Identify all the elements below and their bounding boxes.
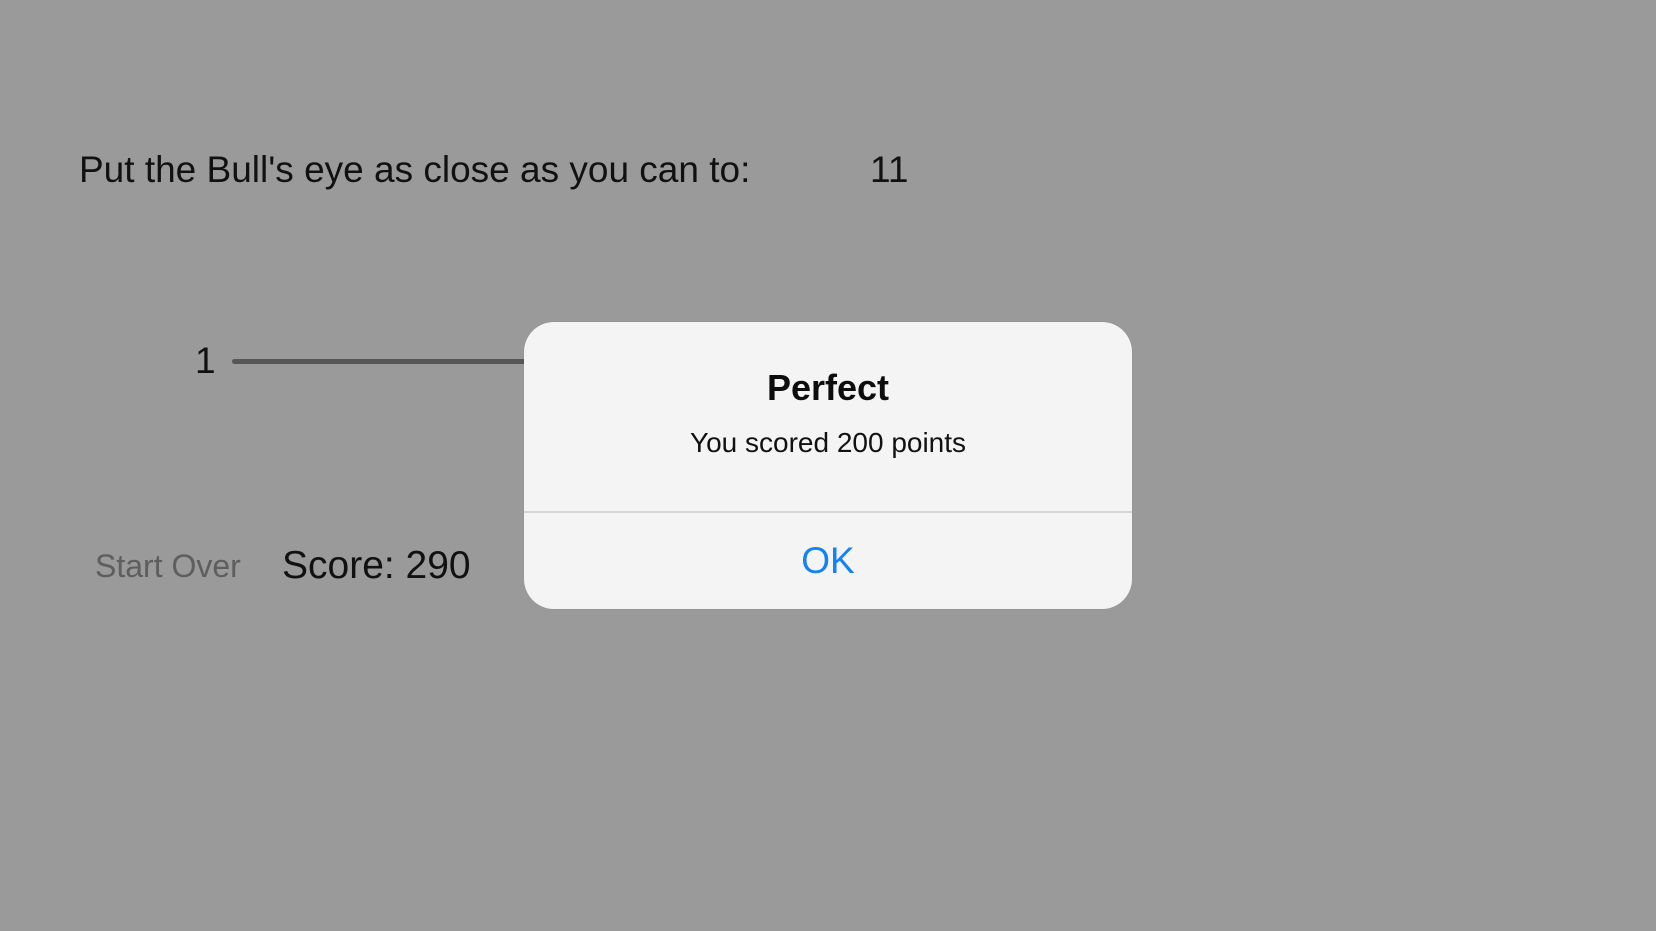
alert-message: You scored 200 points <box>689 427 967 458</box>
game-screen: Put the Bull's eye as close as you can t… <box>0 0 1656 931</box>
target-value-label: 11 <box>870 149 909 190</box>
slider-min-label: 1 <box>195 340 216 381</box>
slider-track[interactable] <box>232 359 532 364</box>
instruction-label: Put the Bull's eye as close as you can t… <box>79 149 751 190</box>
alert-dialog: Perfect You scored 200 points OK <box>524 322 1132 609</box>
alert-title: Perfect <box>766 367 890 408</box>
score-label: Score: 290 <box>282 544 471 587</box>
ok-button[interactable]: OK <box>524 513 1132 609</box>
start-over-button[interactable]: Start Over <box>95 546 241 586</box>
